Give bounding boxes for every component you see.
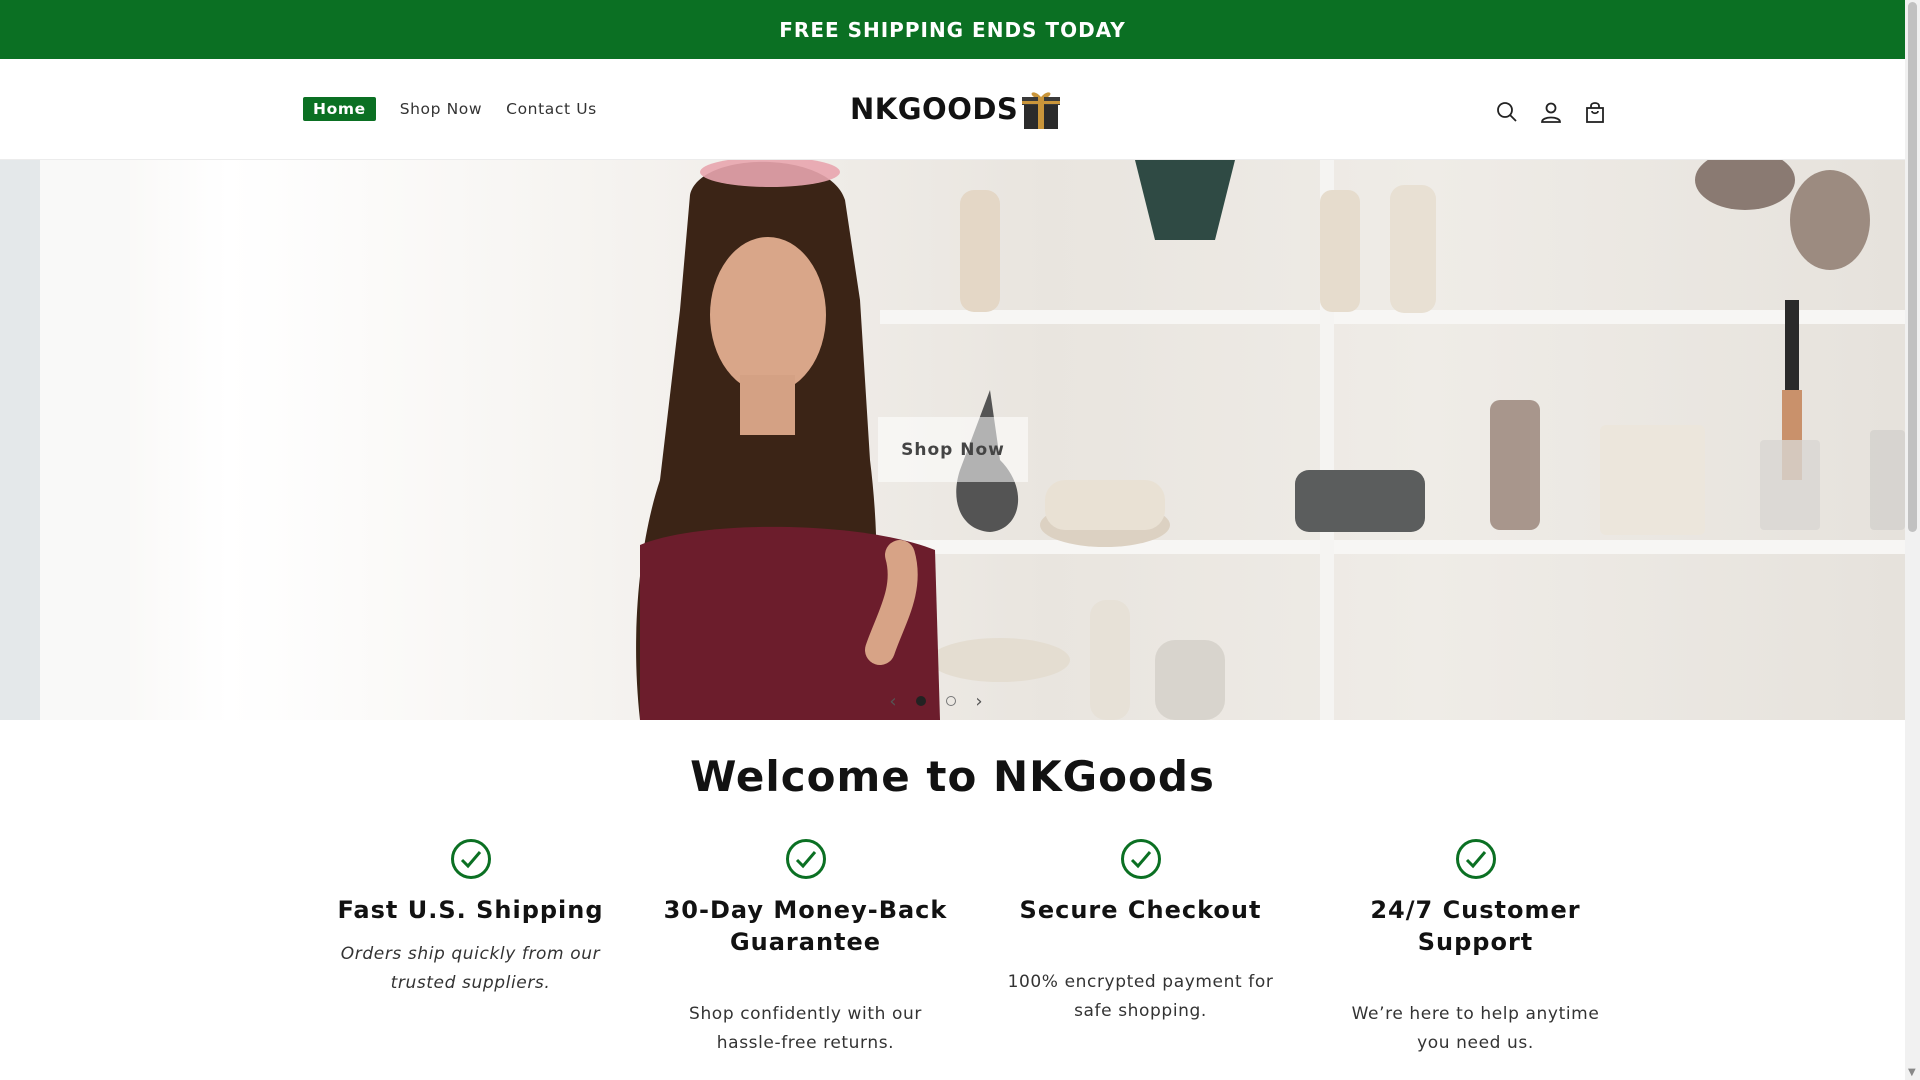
nav-contact-us-link[interactable]: Contact Us: [506, 100, 597, 118]
feature-title: 30-Day Money-Back Guarantee: [663, 896, 948, 956]
hero-slideshow: Shop Now ‹ ›: [0, 160, 1905, 720]
announcement-bar: FREE SHIPPING ENDS TODAY: [0, 0, 1905, 59]
slide-next-button[interactable]: ›: [966, 690, 992, 712]
feature-money-back: 30-Day Money-Back Guarantee Shop confide…: [638, 838, 973, 1058]
site-logo[interactable]: NKGOODS: [850, 87, 1062, 131]
scroll-down-arrow-icon[interactable]: ▼: [1908, 1067, 1916, 1078]
feature-text: Shop confidently with our hassle-free re…: [689, 1004, 922, 1053]
header-icons: [1490, 95, 1622, 129]
feature-title: 24/7 Customer Support: [1370, 896, 1581, 956]
nav-home-link[interactable]: Home: [303, 97, 376, 121]
feature-text: Orders ship quickly from our trusted sup…: [340, 944, 601, 993]
page-scrollbar[interactable]: ▼: [1905, 0, 1920, 1080]
feature-text: We’re here to help anytime you need us.: [1351, 1004, 1600, 1053]
feature-title: Secure Checkout: [1019, 896, 1262, 924]
account-icon[interactable]: [1534, 95, 1568, 129]
feature-text: 100% encrypted payment for safe shopping…: [1007, 972, 1274, 1021]
check-circle-icon: [450, 838, 492, 880]
site-header: Home Shop Now Contact Us NKGOODS: [0, 59, 1905, 160]
slide-dot-1[interactable]: [916, 696, 926, 706]
main-nav: Home Shop Now Contact Us: [303, 97, 621, 121]
announcement-text: FREE SHIPPING ENDS TODAY: [779, 17, 1126, 42]
slider-controls: ‹ ›: [880, 690, 992, 712]
features-row: Fast U.S. Shipping Orders ship quickly f…: [303, 838, 1643, 1058]
check-circle-icon: [1120, 838, 1162, 880]
nav-shop-now-link[interactable]: Shop Now: [400, 100, 482, 118]
logo-text: NKGOODS: [850, 92, 1019, 126]
slide-dot-2[interactable]: [946, 696, 956, 706]
feature-customer-support: 24/7 Customer Support We’re here to help…: [1308, 838, 1643, 1058]
welcome-heading: Welcome to NKGoods: [690, 752, 1215, 801]
search-icon[interactable]: [1490, 95, 1524, 129]
check-circle-icon: [1455, 838, 1497, 880]
feature-shipping: Fast U.S. Shipping Orders ship quickly f…: [303, 838, 638, 1058]
scrollbar-thumb[interactable]: [1908, 2, 1917, 532]
slide-prev-button[interactable]: ‹: [880, 690, 906, 712]
hero-shop-now-button[interactable]: Shop Now: [878, 417, 1028, 482]
feature-title: Fast U.S. Shipping: [337, 896, 604, 924]
check-circle-icon: [785, 838, 827, 880]
cart-icon[interactable]: [1578, 95, 1612, 129]
gift-box-icon: [1020, 87, 1062, 131]
feature-secure-checkout: Secure Checkout 100% encrypted payment f…: [973, 838, 1308, 1058]
